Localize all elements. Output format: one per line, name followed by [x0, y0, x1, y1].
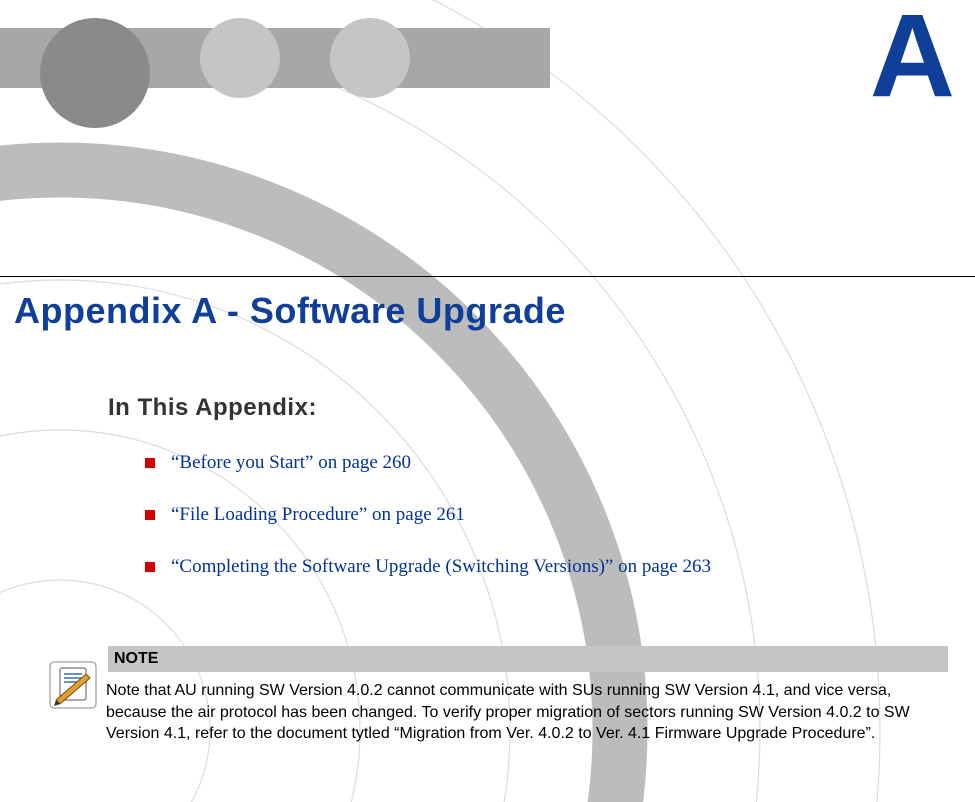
horizontal-rule	[0, 276, 975, 277]
toc-link-text: “File Loading Procedure” on page 261	[171, 504, 465, 526]
note-heading: NOTE	[108, 646, 948, 672]
toc-item[interactable]: “Completing the Software Upgrade (Switch…	[145, 556, 711, 578]
chapter-letter: A	[870, 0, 955, 112]
bullet-icon	[145, 562, 155, 572]
section-subtitle: In This Appendix:	[108, 394, 317, 422]
bullet-icon	[145, 510, 155, 520]
note-icon	[48, 660, 98, 710]
bullet-icon	[145, 458, 155, 468]
toc-item[interactable]: “Before you Start” on page 260	[145, 452, 711, 474]
header-band	[0, 28, 550, 88]
note-text: Note that AU running SW Version 4.0.2 ca…	[106, 680, 948, 745]
toc-list: “Before you Start” on page 260 “File Loa…	[145, 452, 711, 608]
note-block: NOTE Note that AU running SW Version 4.0…	[108, 646, 948, 745]
toc-link-text: “Before you Start” on page 260	[171, 452, 411, 474]
header-circle-3	[330, 18, 410, 98]
header-circle-1	[40, 18, 150, 128]
page-title: Appendix A - Software Upgrade	[14, 290, 566, 332]
toc-item[interactable]: “File Loading Procedure” on page 261	[145, 504, 711, 526]
toc-link-text: “Completing the Software Upgrade (Switch…	[171, 556, 711, 578]
header-circle-2	[200, 18, 280, 98]
